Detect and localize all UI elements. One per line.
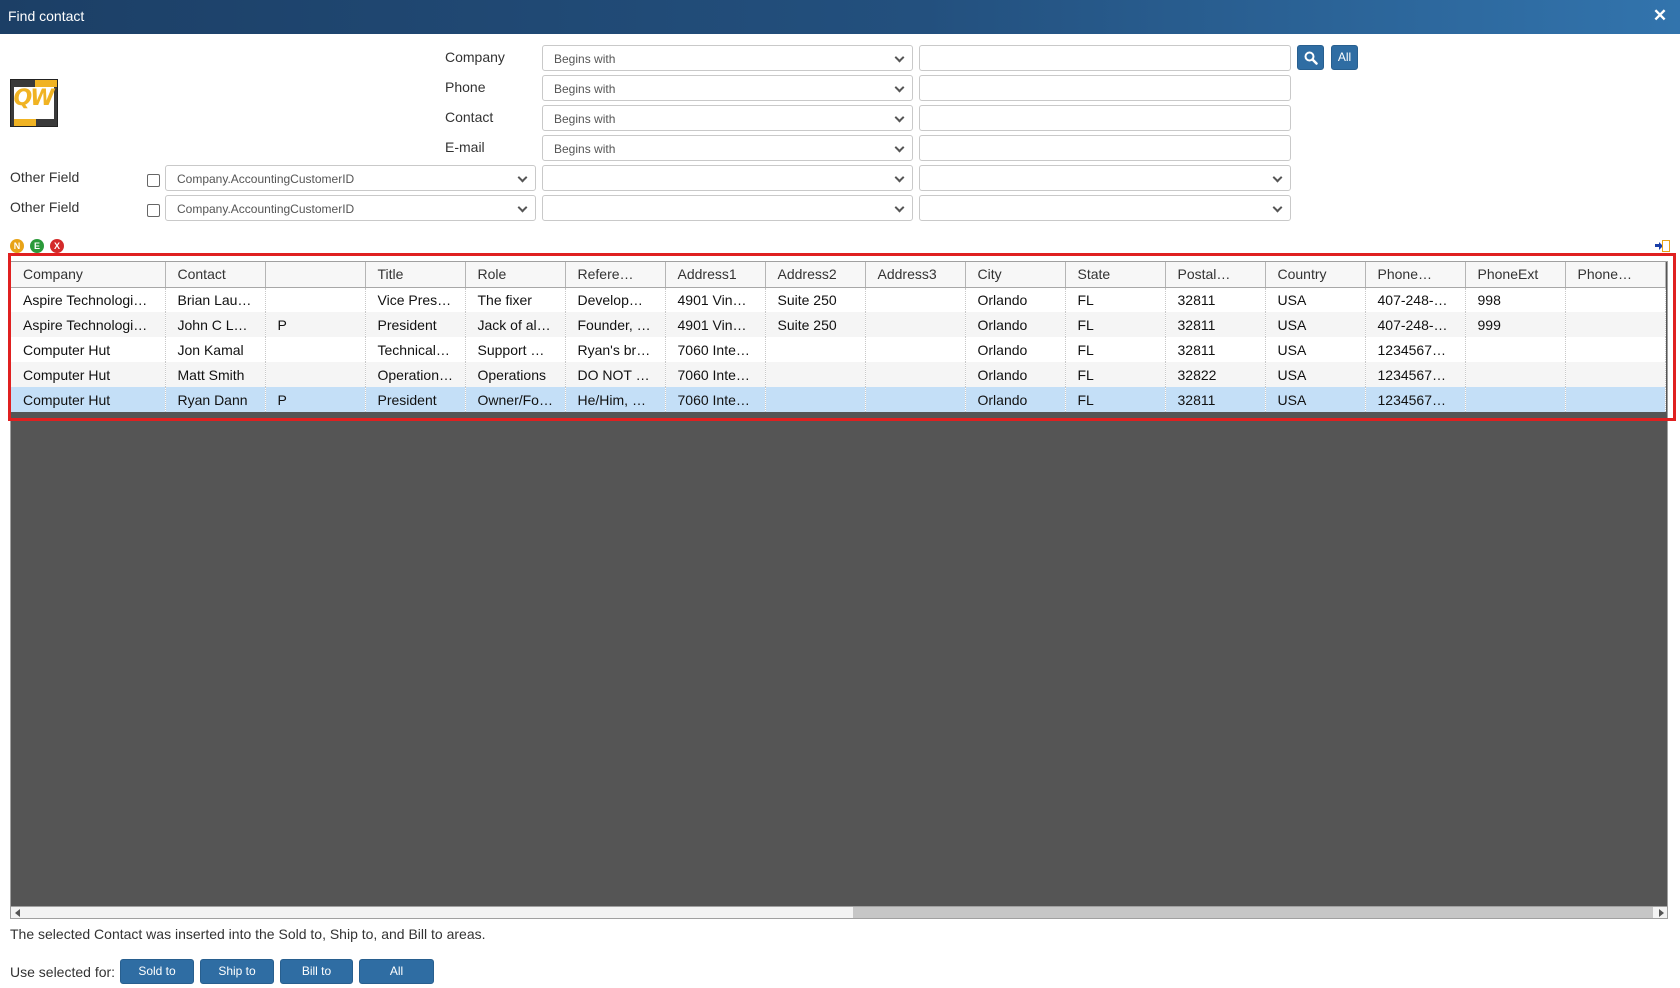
- scroll-right-icon[interactable]: [1659, 909, 1664, 917]
- chevron-down-icon: [1272, 172, 1283, 183]
- phone-search-input[interactable]: [919, 75, 1291, 101]
- app-logo: QW: [10, 79, 58, 127]
- other-field-operator-select-1[interactable]: [542, 165, 913, 191]
- company-label: Company: [445, 49, 505, 65]
- new-icon[interactable]: N: [10, 239, 24, 253]
- paste-icon[interactable]: [1655, 239, 1671, 253]
- other-field-select-1[interactable]: Company.AccountingCustomerID: [165, 165, 536, 191]
- other-field-label-1: Other Field: [10, 169, 80, 185]
- other-field-value-select-2[interactable]: [919, 195, 1291, 221]
- window-title: Find contact: [8, 8, 85, 24]
- title-bar: Find contact ✕: [0, 0, 1680, 34]
- chevron-down-icon: [1272, 202, 1283, 213]
- chevron-down-icon: [894, 202, 905, 213]
- highlight-frame: [8, 253, 1676, 421]
- delete-icon[interactable]: X: [50, 239, 64, 253]
- other-field-checkbox-1[interactable]: [147, 174, 160, 187]
- other-field-label-2: Other Field: [10, 199, 80, 215]
- chevron-down-icon: [517, 202, 528, 213]
- email-search-input[interactable]: [919, 135, 1291, 161]
- contact-search-input[interactable]: [919, 105, 1291, 131]
- scroll-left-icon[interactable]: [15, 909, 20, 917]
- chevron-down-icon: [894, 82, 905, 93]
- other-field-checkbox-2[interactable]: [147, 204, 160, 217]
- edit-icon[interactable]: E: [30, 239, 44, 253]
- scrollbar-thumb[interactable]: [853, 907, 1653, 918]
- email-label: E-mail: [445, 139, 485, 155]
- phone-operator-select[interactable]: Begins with: [542, 75, 913, 101]
- status-message: The selected Contact was inserted into t…: [10, 926, 486, 942]
- horizontal-scrollbar[interactable]: [10, 906, 1668, 919]
- use-selected-label: Use selected for:: [10, 964, 116, 980]
- other-field-select-2[interactable]: Company.AccountingCustomerID: [165, 195, 536, 221]
- close-icon[interactable]: ✕: [1650, 6, 1670, 26]
- all-search-button[interactable]: All: [1331, 45, 1358, 70]
- sold-to-button[interactable]: Sold to: [120, 959, 194, 984]
- email-operator-select[interactable]: Begins with: [542, 135, 913, 161]
- contact-label: Contact: [445, 109, 494, 125]
- all-button[interactable]: All: [359, 959, 434, 984]
- ship-to-button[interactable]: Ship to: [200, 959, 274, 984]
- search-icon: [1304, 51, 1318, 65]
- chevron-down-icon: [894, 172, 905, 183]
- phone-label: Phone: [445, 79, 486, 95]
- other-field-value-select-1[interactable]: [919, 165, 1291, 191]
- chevron-down-icon: [517, 172, 528, 183]
- company-search-input[interactable]: [919, 45, 1291, 71]
- contact-operator-select[interactable]: Begins with: [542, 105, 913, 131]
- chevron-down-icon: [894, 52, 905, 63]
- other-field-operator-select-2[interactable]: [542, 195, 913, 221]
- search-button[interactable]: [1297, 45, 1324, 70]
- chevron-down-icon: [894, 112, 905, 123]
- chevron-down-icon: [894, 142, 905, 153]
- company-operator-select[interactable]: Begins with: [542, 45, 913, 71]
- bill-to-button[interactable]: Bill to: [280, 959, 353, 984]
